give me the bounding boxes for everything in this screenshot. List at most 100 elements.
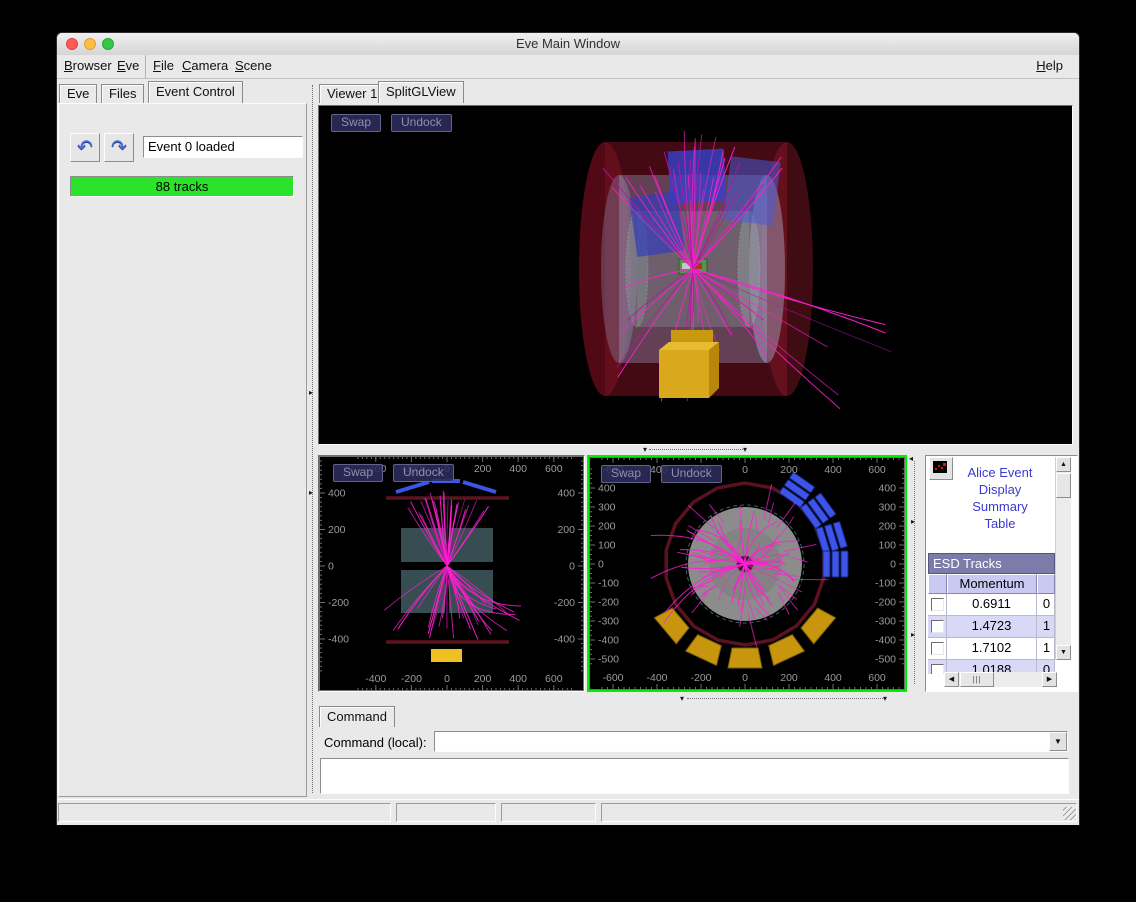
splitter-arrow-icon[interactable]: ▾ xyxy=(643,445,647,454)
menu-browser[interactable]: Browser xyxy=(64,58,112,73)
horizontal-splitter[interactable]: ▾ ▾ xyxy=(317,445,1079,455)
event-status-field[interactable]: Event 0 loaded xyxy=(143,136,303,158)
scroll-right-button[interactable]: ▶ xyxy=(1042,672,1057,687)
status-segment xyxy=(396,803,496,822)
swap-button[interactable]: Swap xyxy=(333,464,383,482)
menu-eve[interactable]: Eve xyxy=(117,58,139,73)
svg-text:200: 200 xyxy=(474,463,492,475)
summary-panel: Alice Event Display Summary Table ESD Tr… xyxy=(925,455,1078,692)
vertical-scrollbar[interactable]: ▲ ▼ xyxy=(1055,457,1071,660)
svg-text:0: 0 xyxy=(742,672,748,684)
scrollbar-thumb[interactable]: ||| xyxy=(960,672,994,687)
svg-text:200: 200 xyxy=(780,672,798,684)
tab-eve[interactable]: Eve xyxy=(59,84,97,103)
status-segment xyxy=(501,803,596,822)
svg-text:-200: -200 xyxy=(598,597,619,609)
summary-title: Alice Event Display Summary Table xyxy=(944,464,1056,532)
resize-grip[interactable] xyxy=(1063,807,1076,820)
swap-button[interactable]: Swap xyxy=(601,465,651,483)
window-title: Eve Main Window xyxy=(57,33,1079,55)
splitter-arrow-icon[interactable]: ▾ xyxy=(883,694,887,703)
splitter-arrow-icon[interactable]: ▸ xyxy=(911,518,915,526)
viewport-rphi[interactable]: Swap Undock xyxy=(587,455,907,692)
viewport-rhoz[interactable]: Swap Undock -400-400-200-200002002004004… xyxy=(318,455,585,692)
table-row[interactable]: 0.69110 xyxy=(928,594,1055,616)
svg-text:-400: -400 xyxy=(646,672,667,684)
scroll-down-button[interactable]: ▼ xyxy=(1056,645,1071,660)
momentum-cell: 1.7102 xyxy=(947,638,1037,659)
tab-viewer1[interactable]: Viewer 1 xyxy=(319,84,385,103)
viewer-tabs: Viewer 1 SplitGLView xyxy=(317,79,1079,103)
menu-file[interactable]: File xyxy=(153,58,174,73)
splitter-arrow-icon[interactable]: ▸ xyxy=(309,389,313,397)
svg-text:-500: -500 xyxy=(875,654,896,666)
tab-command[interactable]: Command xyxy=(319,706,395,727)
command-combobox: ▼ xyxy=(434,731,1068,752)
undock-button[interactable]: Undock xyxy=(393,464,454,482)
menu-divider xyxy=(145,55,146,78)
row-checkbox[interactable] xyxy=(931,642,944,655)
undock-button[interactable]: Undock xyxy=(391,114,452,132)
svg-text:0: 0 xyxy=(598,559,604,571)
splitter-arrow-icon[interactable]: ◂ xyxy=(909,455,913,463)
row-select-cell xyxy=(928,594,947,615)
viewport-3d[interactable]: Swap Undock xyxy=(318,105,1073,445)
sidebar-tabs: Eve Files Event Control xyxy=(57,79,308,103)
summary-splitter[interactable]: ◂ ▸ ▸ xyxy=(907,455,923,690)
command-output-box xyxy=(320,758,1069,794)
svg-text:400: 400 xyxy=(328,488,346,500)
svg-text:400: 400 xyxy=(509,673,527,685)
swap-button[interactable]: Swap xyxy=(331,114,381,132)
table-row[interactable]: 1.71021 xyxy=(928,638,1055,660)
horizontal-scrollbar[interactable]: ◀ ||| ▶ xyxy=(944,672,1057,687)
viewer-area: Viewer 1 SplitGLView Swap Undock xyxy=(317,79,1079,799)
combo-dropdown-button[interactable]: ▼ xyxy=(1049,732,1067,751)
svg-text:600: 600 xyxy=(868,672,886,684)
row-checkbox[interactable] xyxy=(931,598,944,611)
detector-3d-graphic xyxy=(319,106,1072,444)
svg-text:-200: -200 xyxy=(554,597,575,609)
menu-scene[interactable]: Scene xyxy=(235,58,272,73)
svg-text:-400: -400 xyxy=(328,634,349,646)
svg-text:-600: -600 xyxy=(602,672,623,684)
svg-text:-400: -400 xyxy=(365,673,386,685)
tab-event-control[interactable]: Event Control xyxy=(148,81,243,103)
scroll-left-button[interactable]: ◀ xyxy=(944,672,959,687)
svg-text:100: 100 xyxy=(598,540,616,552)
row-checkbox[interactable] xyxy=(931,620,944,633)
command-input[interactable] xyxy=(436,733,1052,750)
scroll-up-button[interactable]: ▲ xyxy=(1056,457,1071,472)
clipped-cell: 0 xyxy=(1037,594,1055,615)
svg-text:-200: -200 xyxy=(690,672,711,684)
status-segment xyxy=(58,803,391,822)
next-event-button[interactable]: ↷ xyxy=(104,133,134,162)
scrollbar-thumb[interactable] xyxy=(1056,473,1071,498)
sidebar-splitter[interactable]: ▸ ▸ xyxy=(308,79,317,799)
svg-text:200: 200 xyxy=(780,464,798,476)
tab-files[interactable]: Files xyxy=(101,84,144,103)
command-splitter[interactable]: ▾ ▾ xyxy=(317,694,1079,704)
svg-text:-100: -100 xyxy=(598,578,619,590)
svg-text:-400: -400 xyxy=(875,635,896,647)
splitter-arrow-icon[interactable]: ▸ xyxy=(309,489,313,497)
undock-button[interactable]: Undock xyxy=(661,465,722,483)
menu-help[interactable]: Help xyxy=(1036,58,1063,73)
clipped-column-header xyxy=(1037,574,1055,594)
splitter-arrow-icon[interactable]: ▸ xyxy=(911,631,915,639)
status-segment xyxy=(601,803,1077,822)
menu-camera[interactable]: Camera xyxy=(182,58,228,73)
splitter-arrow-icon[interactable]: ▾ xyxy=(743,445,747,454)
tab-splitglview[interactable]: SplitGLView xyxy=(378,81,464,103)
titlebar[interactable]: Eve Main Window xyxy=(57,33,1079,56)
table-row[interactable]: 1.47231 xyxy=(928,616,1055,638)
svg-text:0: 0 xyxy=(742,464,748,476)
splitter-arrow-icon[interactable]: ▾ xyxy=(680,694,684,703)
svg-text:600: 600 xyxy=(545,463,563,475)
momentum-column-header[interactable]: Momentum xyxy=(947,574,1037,594)
row-checkbox[interactable] xyxy=(931,664,944,674)
svg-text:400: 400 xyxy=(878,483,896,495)
menubar: Browser Eve File Camera Scene Help xyxy=(57,55,1079,79)
desktop: { "window": { "title": "Eve Main Window"… xyxy=(0,0,1136,902)
prev-event-button[interactable]: ↶ xyxy=(70,133,100,162)
svg-text:200: 200 xyxy=(557,524,575,536)
